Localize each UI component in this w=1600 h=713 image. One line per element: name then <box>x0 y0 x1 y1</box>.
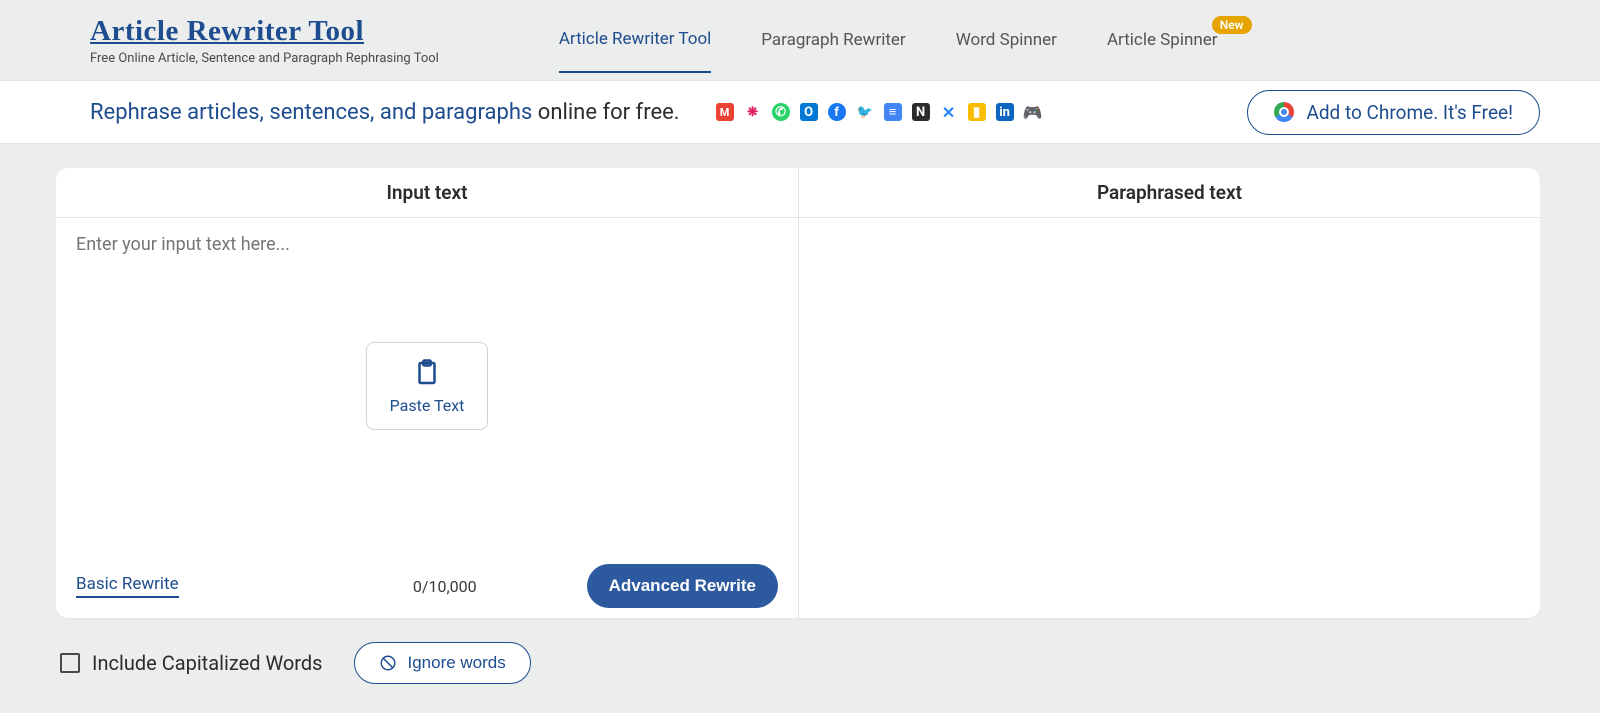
add-to-chrome-button[interactable]: Add to Chrome. It's Free! <box>1247 90 1540 135</box>
twitter-icon[interactable]: 🐦 <box>856 103 874 121</box>
facebook-icon[interactable]: f <box>828 103 846 121</box>
ignore-words-button[interactable]: Ignore words <box>354 642 530 684</box>
workspace: Input text Paste Text Basic Rewrite 0/10… <box>0 144 1600 684</box>
docs-icon[interactable]: ≡ <box>884 103 902 121</box>
basic-rewrite-link[interactable]: Basic Rewrite <box>76 574 179 598</box>
char-counter: 0/10,000 <box>413 577 477 596</box>
nav-paragraph-rewriter[interactable]: Paragraph Rewriter <box>761 8 905 72</box>
input-body: Paste Text <box>56 218 798 554</box>
main-nav: Article Rewriter Tool Paragraph Rewriter… <box>559 7 1218 73</box>
nav-label: Paragraph Rewriter <box>761 30 905 50</box>
tagline-suffix: online for free. <box>538 100 680 125</box>
clipboard-icon <box>412 358 442 388</box>
nav-label: Article Spinner <box>1107 30 1218 50</box>
options-row: Include Capitalized Words Ignore words <box>56 618 1540 684</box>
nav-article-rewriter[interactable]: Article Rewriter Tool <box>559 7 711 73</box>
gmail-icon[interactable]: M <box>716 103 734 121</box>
nav-label: Word Spinner <box>956 30 1057 50</box>
checkbox-icon <box>60 653 80 673</box>
discord-icon[interactable]: 🎮 <box>1024 103 1042 121</box>
slack-icon[interactable]: ❋ <box>744 103 762 121</box>
whatsapp-icon[interactable]: ✆ <box>772 103 790 121</box>
nav-article-spinner[interactable]: Article Spinner New <box>1107 8 1218 72</box>
nav-label: Article Rewriter Tool <box>559 29 711 49</box>
brand-title[interactable]: Article Rewriter Tool <box>90 15 439 48</box>
tagline-prefix: Rephrase articles, sentences, and paragr… <box>90 100 538 125</box>
linkedin-icon[interactable]: in <box>996 103 1014 121</box>
chrome-button-label: Add to Chrome. It's Free! <box>1306 101 1513 124</box>
notion-icon[interactable]: N <box>912 103 930 121</box>
chrome-icon <box>1274 102 1294 122</box>
output-column: Paraphrased text <box>798 168 1540 618</box>
input-header: Input text <box>56 168 798 218</box>
brand-block[interactable]: Article Rewriter Tool Free Online Articl… <box>90 15 439 66</box>
input-column: Input text Paste Text Basic Rewrite 0/10… <box>56 168 798 618</box>
input-footer: Basic Rewrite 0/10,000 Advanced Rewrite <box>56 554 798 618</box>
include-capitalized-checkbox[interactable]: Include Capitalized Words <box>60 651 322 675</box>
nav-word-spinner[interactable]: Word Spinner <box>956 8 1057 72</box>
new-badge: New <box>1212 16 1252 34</box>
integration-icons: M ❋ ✆ O f 🐦 ≡ N ✕ ▮ in 🎮 <box>716 103 1042 121</box>
tagline-text: Rephrase articles, sentences, and paragr… <box>90 100 680 125</box>
editor-panel: Input text Paste Text Basic Rewrite 0/10… <box>56 168 1540 618</box>
paste-label: Paste Text <box>390 396 465 415</box>
advanced-rewrite-button[interactable]: Advanced Rewrite <box>587 564 778 608</box>
output-body <box>799 218 1540 618</box>
keep-icon[interactable]: ▮ <box>968 103 986 121</box>
tagline-bar: Rephrase articles, sentences, and paragr… <box>0 80 1600 144</box>
confluence-icon[interactable]: ✕ <box>940 103 958 121</box>
outlook-icon[interactable]: O <box>800 103 818 121</box>
prohibit-icon <box>379 654 397 672</box>
include-capitalized-label: Include Capitalized Words <box>92 651 322 675</box>
ignore-words-label: Ignore words <box>407 653 505 673</box>
paste-text-button[interactable]: Paste Text <box>366 342 488 430</box>
site-header: Article Rewriter Tool Free Online Articl… <box>0 0 1600 80</box>
output-header: Paraphrased text <box>799 168 1540 218</box>
brand-subtitle: Free Online Article, Sentence and Paragr… <box>90 51 439 66</box>
